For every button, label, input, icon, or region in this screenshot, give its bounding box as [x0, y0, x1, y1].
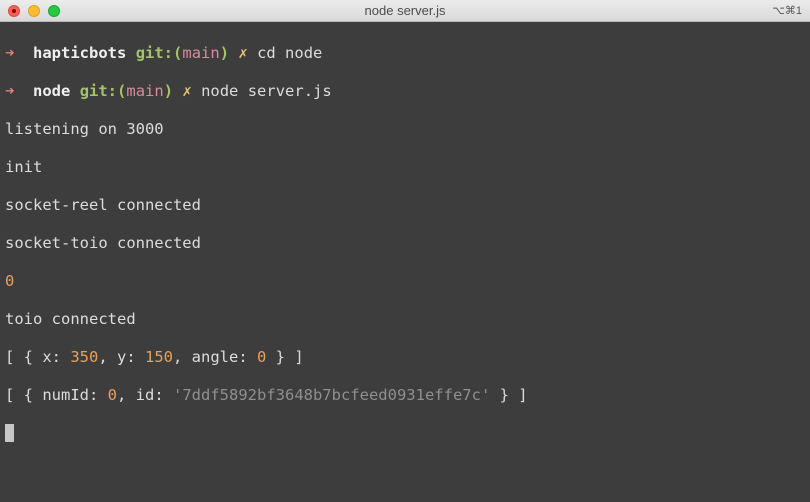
command-text: cd node: [257, 44, 323, 62]
output-line: listening on 3000: [5, 120, 164, 138]
terminal-window: node server.js ⌥⌘1 ➜ hapticbots git:(mai…: [0, 0, 810, 502]
window-title: node server.js: [364, 3, 446, 18]
git-branch: main: [182, 44, 220, 62]
output-line: socket-reel connected: [5, 196, 201, 214]
git-close: ): [163, 82, 174, 100]
numid-value: 0: [107, 386, 117, 404]
x-value: 350: [70, 348, 99, 366]
position-array-line: [ { x: 350, y: 150, angle: 0 } ]: [5, 348, 304, 366]
git-label: git:(: [79, 82, 127, 100]
dirty-mark-icon: ✗: [238, 44, 248, 62]
prompt-line: ➜ node git:(main) ✗ node server.js: [5, 82, 805, 101]
prompt-directory: hapticbots: [33, 44, 127, 62]
prompt-line: ➜ hapticbots git:(main) ✗ cd node: [5, 44, 805, 63]
output-line: toio connected: [5, 310, 136, 328]
git-close: ): [219, 44, 230, 62]
title-bar: node server.js ⌥⌘1: [0, 0, 810, 22]
prompt-directory: node: [33, 82, 71, 100]
prompt-arrow-icon: ➜: [5, 44, 15, 62]
id-array-line: [ { numId: 0, id: '7ddf5892bf3648b7bcfee…: [5, 386, 528, 404]
id-value: '7ddf5892bf3648b7bcfeed0931effe7c': [173, 386, 491, 404]
output-line: init: [5, 158, 43, 176]
dirty-mark-icon: ✗: [182, 82, 192, 100]
command-text: node server.js: [201, 82, 332, 100]
y-value: 150: [145, 348, 173, 366]
text-cursor: [5, 424, 14, 442]
git-branch: main: [126, 82, 164, 100]
angle-value: 0: [257, 348, 267, 366]
cursor-line: [5, 424, 805, 443]
output-line: socket-toio connected: [5, 234, 201, 252]
prompt-arrow-icon: ➜: [5, 82, 15, 100]
tab-shortcut-label: ⌥⌘1: [772, 5, 802, 17]
terminal-content[interactable]: ➜ hapticbots git:(main) ✗ cd node ➜ node…: [0, 22, 810, 481]
output-number-line: 0: [5, 272, 15, 290]
git-label: git:(: [135, 44, 183, 62]
